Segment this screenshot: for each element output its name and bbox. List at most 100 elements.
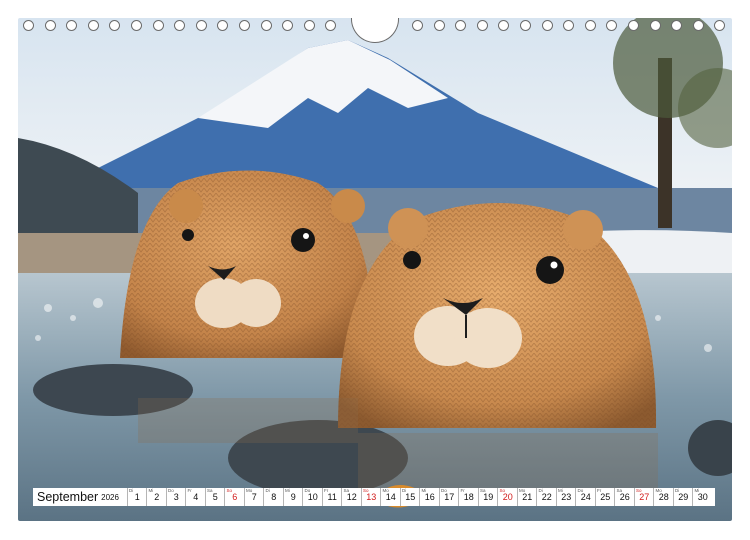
day-cell: Sa 26	[614, 488, 634, 506]
day-cells: Di 1 Mi 2 Do 3 Fr 4 Sa 5 So 6 Mo 7 Di 8 Mi 9 Do 10 Fr 11 Sa 12 S…	[126, 488, 712, 506]
weekday-abbrev: Fr	[460, 488, 465, 493]
day-number: 17	[444, 492, 455, 502]
day-number: 27	[639, 492, 650, 502]
day-number: 16	[424, 492, 435, 502]
day-cell: Mo 28	[653, 488, 673, 506]
weekday-abbrev: Mi	[284, 488, 290, 493]
weekday-abbrev: Sa	[206, 488, 213, 493]
day-number: 5	[212, 492, 218, 502]
day-number: 14	[385, 492, 396, 502]
day-cell: Fr 11	[321, 488, 342, 506]
day-cell: Mi 9	[282, 488, 303, 506]
day-number: 2	[154, 492, 160, 502]
day-cell: Mi 16	[419, 488, 439, 506]
binding-hole	[476, 20, 488, 31]
day-number: 12	[346, 492, 357, 502]
binding-hole	[584, 20, 596, 31]
weekday-abbrev: So	[362, 488, 369, 493]
day-cell: Do 24	[575, 488, 595, 506]
day-number: 23	[561, 492, 572, 502]
day-number: 7	[251, 492, 257, 502]
weekday-abbrev: Mo	[518, 488, 526, 493]
day-number: 3	[173, 492, 179, 502]
weekday-abbrev: Fr	[596, 488, 602, 493]
day-number: 11	[327, 492, 337, 502]
weekday-abbrev: Mi	[694, 488, 700, 493]
day-number: 26	[619, 492, 630, 502]
day-cell: Do 3	[165, 488, 186, 506]
binding-hole	[433, 20, 445, 31]
binding-hole	[541, 20, 553, 31]
day-cell: Di 8	[263, 488, 283, 506]
weekday-abbrev: Sa	[343, 488, 349, 493]
binding-hole	[714, 20, 726, 31]
day-number: 9	[290, 492, 296, 502]
weekday-abbrev: Do	[577, 488, 584, 493]
weekday-abbrev: Do	[440, 488, 447, 493]
weekday-abbrev: So	[226, 488, 232, 493]
day-cell: Mo 14	[380, 488, 400, 506]
day-number: 4	[193, 492, 199, 502]
day-cell: So 20	[497, 488, 517, 506]
binding-hole	[87, 20, 99, 31]
day-number: 8	[271, 492, 277, 502]
binding-hole	[195, 20, 207, 31]
weekday-abbrev: Di	[265, 488, 270, 493]
binding-hole	[217, 20, 229, 31]
day-number: 29	[678, 492, 689, 502]
day-cell: So 27	[633, 488, 654, 506]
binding-hole	[628, 20, 639, 31]
day-cell: Sa 5	[204, 488, 225, 506]
binding-hole	[671, 20, 683, 31]
day-cell: Mi 23	[555, 488, 576, 506]
binding-hole	[692, 20, 704, 31]
binding-hole	[606, 20, 618, 31]
day-cell: Fr 18	[458, 488, 478, 506]
binding-hole	[23, 20, 34, 31]
binding-hole	[174, 20, 186, 31]
day-cell: Sa 12	[341, 488, 361, 506]
day-number: 13	[366, 492, 377, 502]
day-cell: Do 17	[438, 488, 459, 506]
calendar-strip: September 2026 Di 1 Mi 2 Do 3 Fr 4 Sa 5 So 6 Mo 7 Di 8 M…	[33, 488, 715, 506]
year-label: 2026	[101, 492, 119, 502]
weekday-abbrev: Di	[538, 488, 543, 493]
binding-hole	[239, 20, 250, 31]
weekday-abbrev: Mi	[148, 488, 154, 493]
day-number: 10	[307, 492, 318, 502]
binding-hole	[109, 20, 121, 31]
day-cell: Fr 25	[594, 488, 615, 506]
weekday-abbrev: Fr	[187, 488, 192, 493]
calendar-page: September 2026 Di 1 Mi 2 Do 3 Fr 4 Sa 5 So 6 Mo 7 Di 8 M…	[0, 0, 750, 540]
day-number: 24	[580, 492, 591, 502]
binding-hole	[412, 20, 423, 31]
weekday-abbrev: Di	[674, 488, 680, 493]
day-number: 25	[600, 492, 611, 502]
weekday-abbrev: Di	[128, 488, 134, 493]
weekday-abbrev: Mo	[655, 488, 662, 493]
weekday-abbrev: Do	[304, 488, 311, 493]
binding-hole	[282, 20, 294, 31]
day-number: 28	[658, 492, 669, 502]
binding-hole	[66, 20, 78, 31]
day-cell: Di 1	[126, 488, 147, 506]
day-cell: Di 29	[672, 488, 693, 506]
day-number: 6	[232, 492, 238, 502]
weekday-abbrev: Mi	[557, 488, 563, 493]
month-label: September	[37, 490, 99, 504]
weekday-abbrev: Di	[401, 488, 407, 493]
day-number: 20	[502, 492, 513, 502]
day-number: 18	[463, 492, 474, 502]
day-cell: So 6	[224, 488, 244, 506]
day-cell: Fr 4	[185, 488, 205, 506]
weekday-abbrev: So	[499, 488, 505, 493]
weekday-abbrev: Fr	[323, 488, 329, 493]
binding-hole	[498, 20, 510, 31]
binding-hole	[152, 20, 164, 31]
day-cell: Mo 21	[516, 488, 537, 506]
binding-hole	[455, 20, 467, 31]
weekday-abbrev: So	[635, 488, 642, 493]
photo-illustration	[18, 18, 732, 521]
binding-hole	[649, 20, 661, 31]
weekday-abbrev: Sa	[616, 488, 622, 493]
